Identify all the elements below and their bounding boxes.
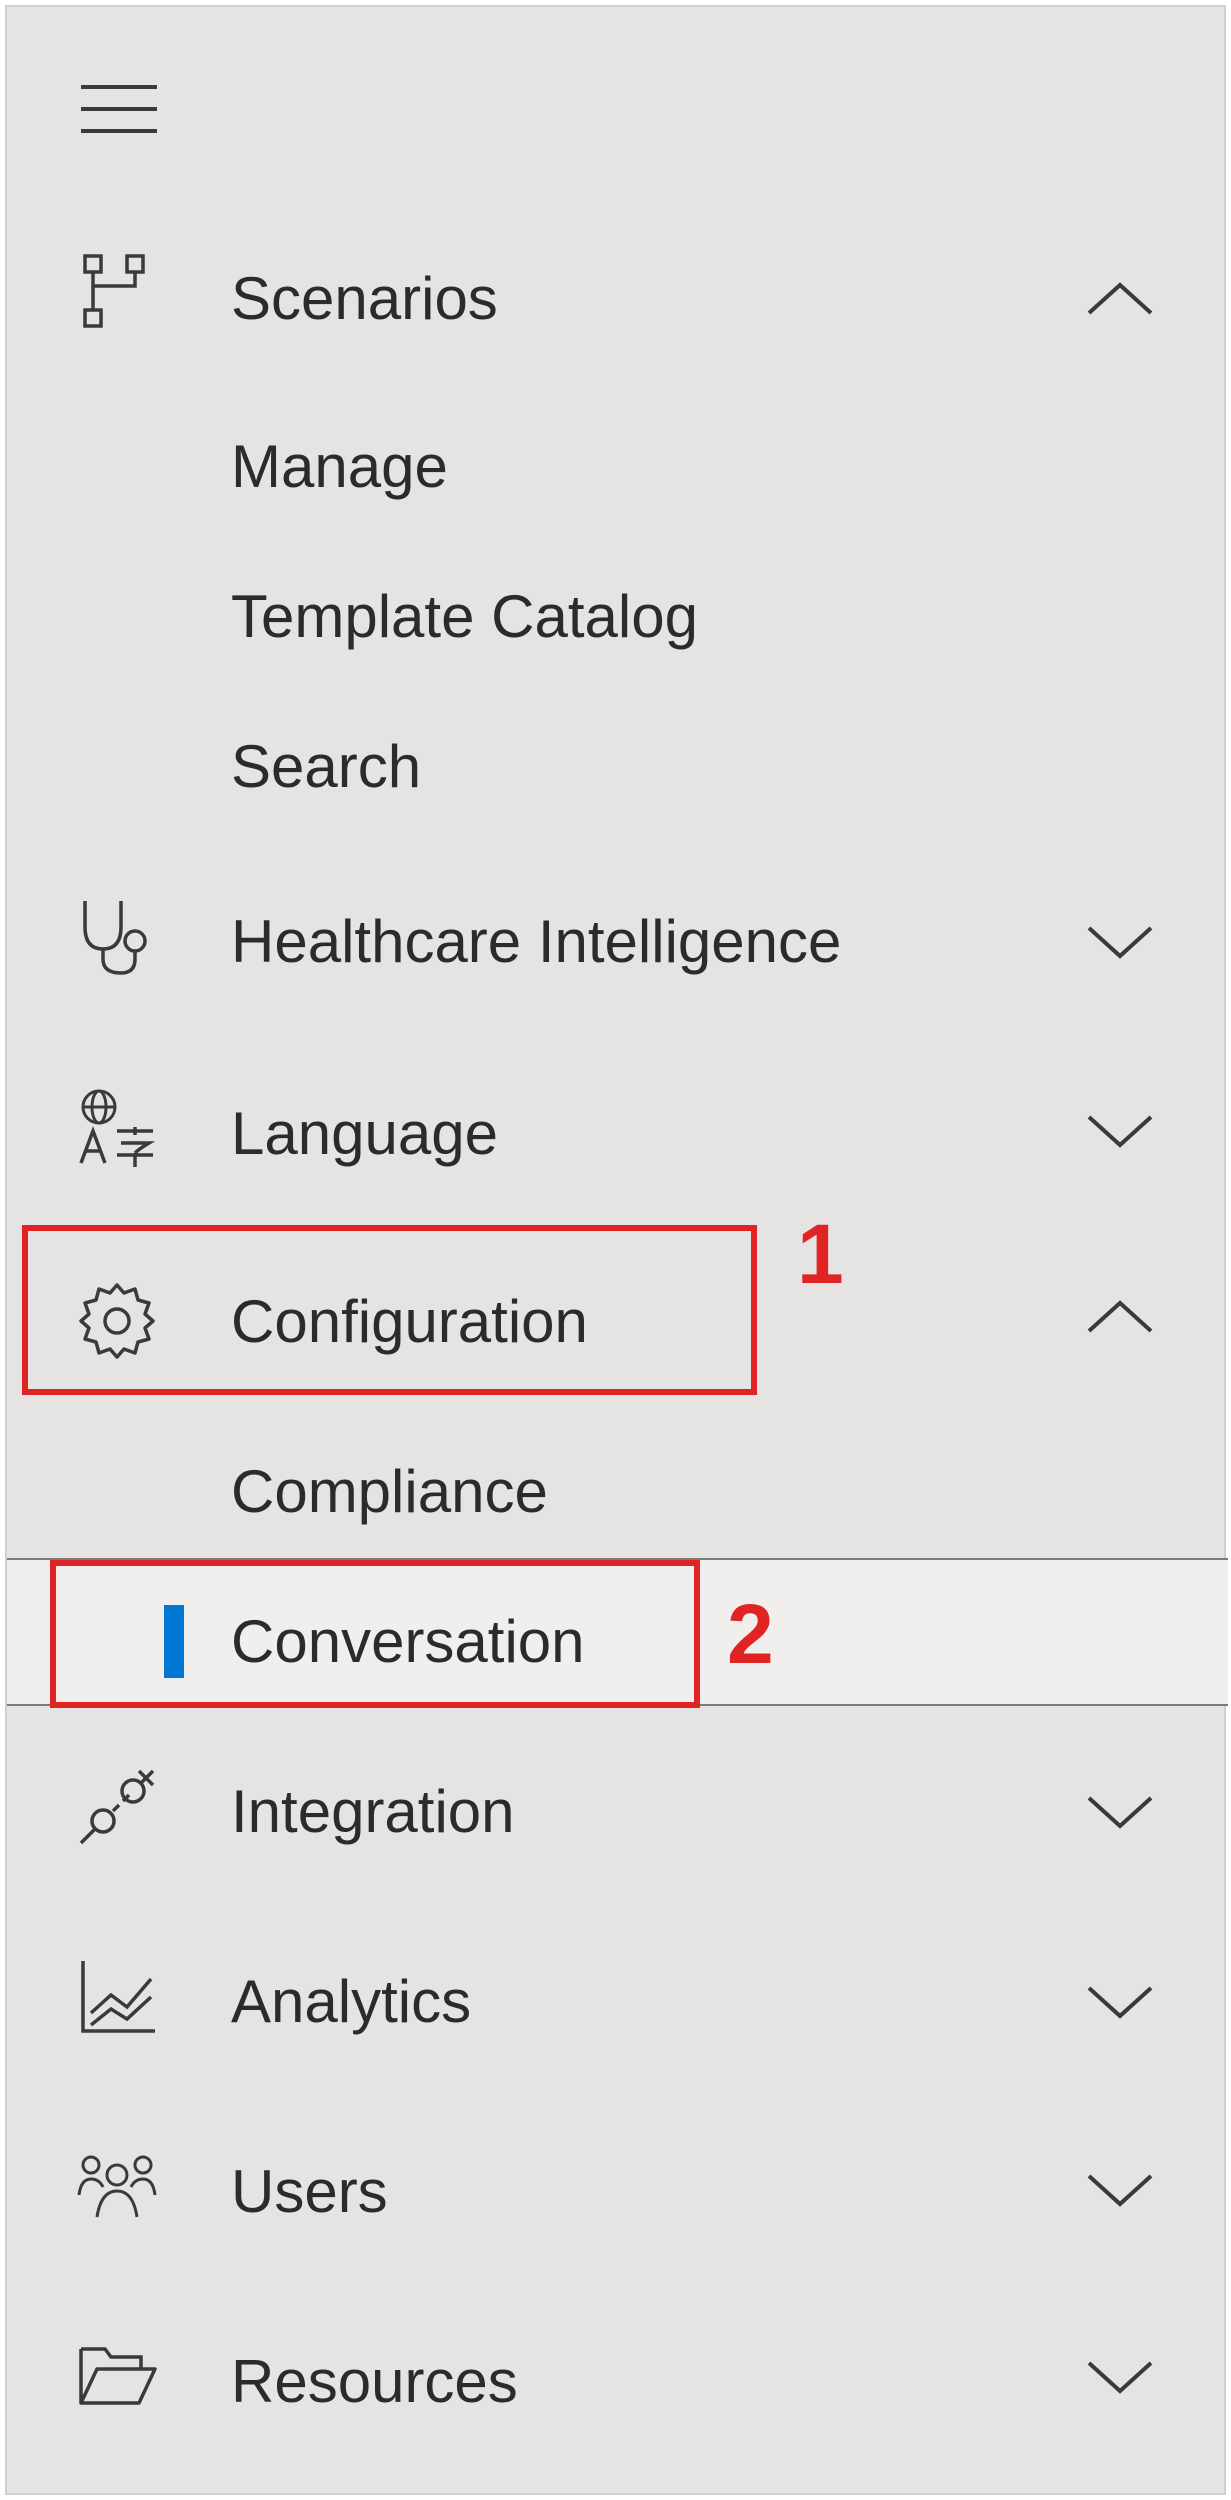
- nav-label-integration: Integration: [231, 1778, 515, 1845]
- nav-label-scenarios: Scenarios: [231, 265, 498, 332]
- hamburger-menu-icon[interactable]: [79, 83, 159, 135]
- step-number-1: 1: [797, 1207, 844, 1301]
- sub-item-compliance[interactable]: Compliance: [231, 1462, 548, 1522]
- chevron-down-icon[interactable]: [1085, 1792, 1155, 1832]
- chevron-down-icon[interactable]: [1085, 1982, 1155, 2022]
- users-group-icon: [77, 2147, 157, 2227]
- chevron-down-icon[interactable]: [1085, 2170, 1155, 2210]
- folder-open-icon: [77, 2337, 157, 2417]
- nav-label-language: Language: [231, 1100, 498, 1167]
- nav-label-healthcare-intelligence: Healthcare Intelligence: [231, 908, 842, 975]
- chevron-down-icon[interactable]: [1085, 2357, 1155, 2397]
- scenarios-flow-icon: [77, 252, 157, 332]
- nav-label-users: Users: [231, 2158, 388, 2225]
- chevron-up-icon[interactable]: [1085, 1297, 1155, 1337]
- analytics-chart-icon: [77, 1957, 157, 2037]
- highlight-box-step-1: [22, 1225, 757, 1395]
- language-translate-icon: [77, 1087, 157, 1167]
- nav-label-resources: Resources: [231, 2348, 518, 2415]
- stethoscope-icon: [77, 897, 157, 977]
- plug-icon: [77, 1767, 157, 1847]
- nav-label-analytics: Analytics: [231, 1968, 472, 2035]
- step-number-2: 2: [727, 1587, 774, 1681]
- chevron-down-icon[interactable]: [1085, 1111, 1155, 1151]
- chevron-up-icon[interactable]: [1085, 279, 1155, 319]
- navigation-sidebar: Scenarios Manage Template Catalog Search…: [5, 5, 1228, 2495]
- sub-item-template-catalog[interactable]: Template Catalog: [231, 587, 698, 647]
- chevron-down-icon[interactable]: [1085, 922, 1155, 962]
- sub-item-manage[interactable]: Manage: [231, 437, 448, 497]
- sub-item-search[interactable]: Search: [231, 737, 421, 797]
- highlight-box-step-2: [50, 1560, 700, 1708]
